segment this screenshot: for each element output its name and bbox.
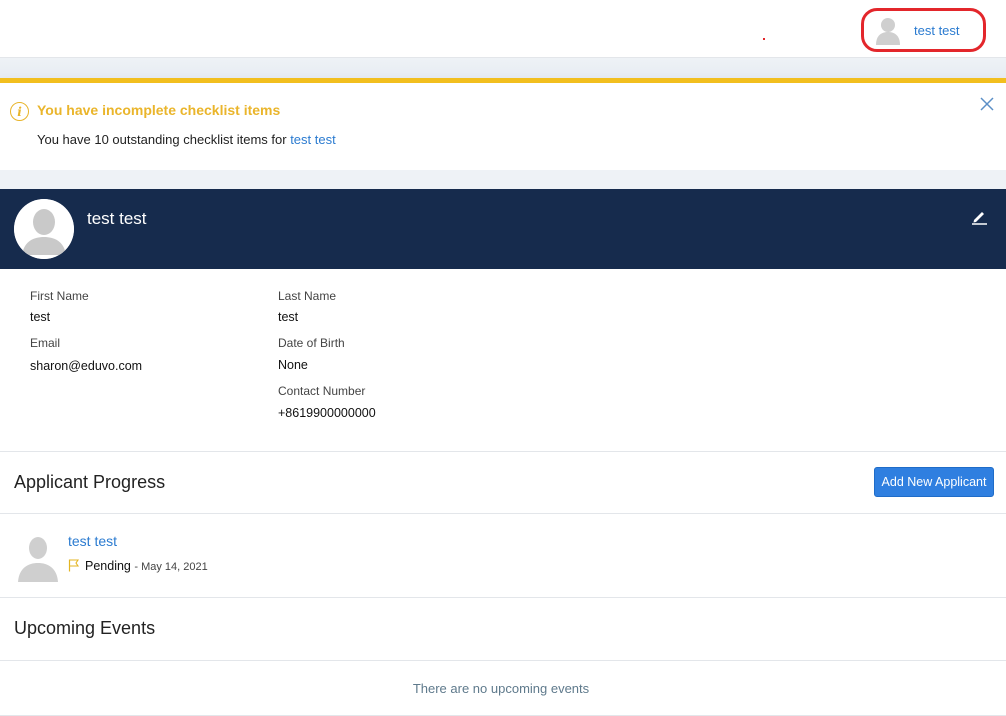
- user-menu[interactable]: test test: [861, 8, 986, 52]
- alert-message: You have 10 outstanding checklist items …: [37, 132, 336, 147]
- alert-message-text: You have 10 outstanding checklist items …: [37, 132, 287, 147]
- applicant-row: test test Pending - May 14, 2021: [0, 514, 1006, 598]
- dob-label: Date of Birth: [278, 336, 345, 350]
- applicant-progress-header: Applicant Progress Add New Applicant: [0, 452, 1006, 514]
- section-gap: [0, 170, 1006, 189]
- close-icon[interactable]: [979, 96, 995, 112]
- contact-number-label: Contact Number: [278, 384, 366, 398]
- profile-avatar: [14, 199, 74, 259]
- no-events-message: There are no upcoming events: [412, 681, 590, 696]
- add-new-applicant-button[interactable]: Add New Applicant: [874, 467, 994, 497]
- profile-avatar-icon: [14, 199, 74, 259]
- profile-header: test test: [0, 189, 1006, 269]
- checklist-alert: i You have incomplete checklist items Yo…: [0, 78, 1006, 170]
- contact-number-value: +8619900000000: [278, 406, 376, 420]
- upcoming-events-empty: There are no upcoming events: [0, 661, 1006, 716]
- email-value: sharon@eduvo.com: [30, 359, 143, 373]
- dob-value: None: [278, 358, 308, 372]
- top-navigation-bar: test test: [0, 0, 1006, 58]
- email-label: Email: [30, 336, 61, 350]
- applicant-name-link[interactable]: test test: [68, 533, 117, 549]
- info-icon: i: [10, 102, 29, 121]
- edit-icon[interactable]: [970, 207, 988, 225]
- profile-details: First Name test Email sharon@eduvo.com L…: [0, 269, 1006, 452]
- upcoming-events-header: Upcoming Events: [0, 598, 1006, 661]
- user-avatar-icon: [876, 18, 900, 45]
- user-menu-name[interactable]: test test: [914, 23, 960, 38]
- status-label: Pending: [85, 559, 131, 573]
- applicant-avatar-icon: [18, 537, 58, 582]
- applicant-status: Pending - May 14, 2021: [85, 559, 208, 573]
- flag-icon: [68, 559, 80, 572]
- applicant-progress-title: Applicant Progress: [14, 472, 166, 492]
- last-name-value: test: [278, 310, 299, 324]
- red-dot-marker: [763, 38, 765, 40]
- upcoming-events-title: Upcoming Events: [14, 618, 156, 638]
- header-strip: [0, 58, 1006, 78]
- alert-title: You have incomplete checklist items: [37, 102, 281, 118]
- first-name-value: test: [30, 310, 51, 324]
- last-name-label: Last Name: [278, 289, 337, 303]
- alert-applicant-link[interactable]: test test: [290, 132, 336, 147]
- first-name-label: First Name: [30, 289, 89, 303]
- profile-name: test test: [87, 209, 147, 228]
- status-date: - May 14, 2021: [134, 561, 208, 573]
